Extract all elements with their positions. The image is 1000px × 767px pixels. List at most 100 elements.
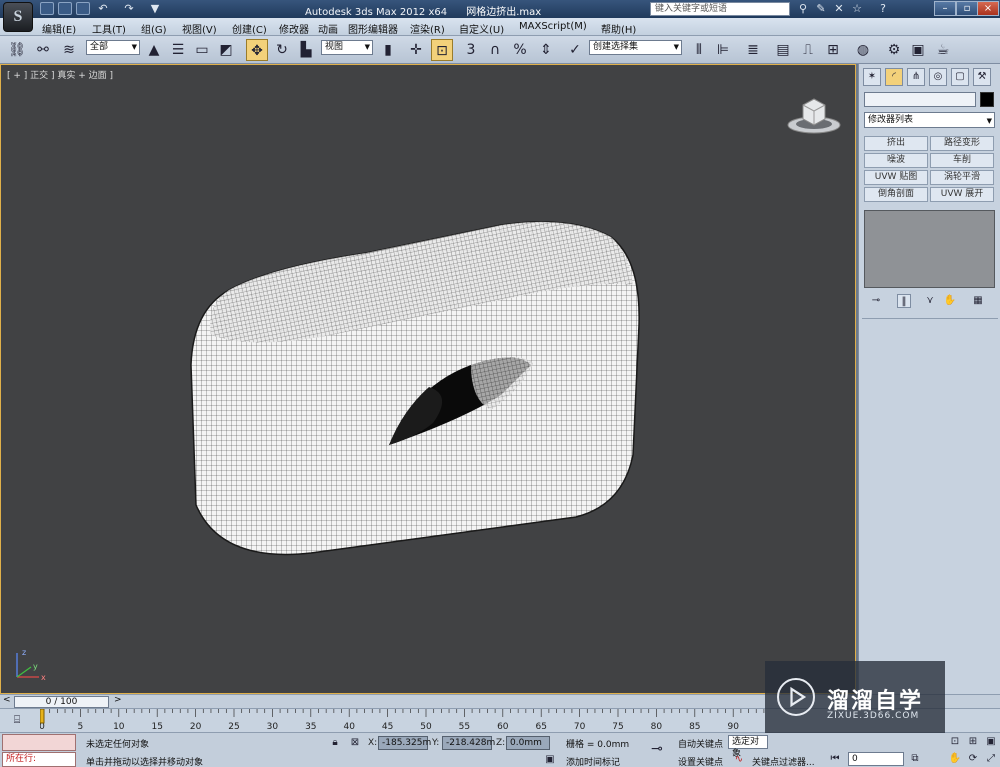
select-object-icon[interactable]: ▲: [143, 39, 165, 61]
modifier-stack-list[interactable]: [864, 210, 995, 288]
menu-customize[interactable]: 自定义(U): [459, 21, 504, 36]
menu-animation[interactable]: 动画: [318, 21, 338, 36]
pan-view-icon[interactable]: ✋: [948, 752, 962, 766]
close-button[interactable]: ×: [977, 1, 999, 16]
selected-set-select[interactable]: 选定对象: [728, 735, 768, 759]
rectangular-selection-icon[interactable]: ▭: [191, 39, 213, 61]
modifier-button-unwrap-uvw[interactable]: UVW 展开: [930, 187, 994, 202]
window-crossing-icon[interactable]: ◩: [215, 39, 237, 61]
viewport-label[interactable]: [ + ] 正交 ] 真实 + 边面 ]: [7, 68, 113, 81]
bind-space-warp-icon[interactable]: ≋: [58, 39, 80, 61]
menu-view[interactable]: 视图(V): [182, 21, 217, 36]
app-logo-icon[interactable]: S: [3, 2, 33, 32]
viewcube-icon[interactable]: [785, 93, 843, 135]
render-production-icon[interactable]: ☕: [932, 39, 954, 61]
restore-button[interactable]: ▫: [956, 1, 978, 16]
select-by-name-icon[interactable]: ☰: [167, 39, 189, 61]
time-configuration-icon[interactable]: ⧉: [908, 752, 922, 766]
object-color-swatch[interactable]: [980, 92, 994, 107]
menu-maxscript[interactable]: MAXScript(M): [519, 21, 587, 32]
curve-editor-icon[interactable]: ⎍: [797, 39, 819, 61]
angle-snap-icon[interactable]: ∩: [484, 39, 506, 61]
favorites-icon[interactable]: ☆: [850, 2, 864, 16]
maximize-toggle-icon[interactable]: ⤢: [984, 752, 998, 766]
show-end-result-icon[interactable]: ‖: [897, 294, 911, 308]
exchange-icon[interactable]: ✕: [832, 2, 846, 16]
modifier-list-select[interactable]: 修改器列表: [864, 112, 995, 128]
rendered-frame-window-icon[interactable]: ▣: [907, 39, 929, 61]
keyboard-shortcut-override-icon[interactable]: ⊡: [431, 39, 453, 61]
add-time-tag-button[interactable]: 添加时间标记: [566, 755, 620, 767]
current-frame-marker[interactable]: [40, 709, 45, 724]
set-key-button[interactable]: 设置关键点: [678, 755, 723, 767]
make-unique-icon[interactable]: ⋎: [923, 294, 937, 308]
x-coordinate-field[interactable]: -185.325m: [378, 736, 431, 750]
save-file-icon[interactable]: [76, 2, 90, 15]
hierarchy-tab-icon[interactable]: ⋔: [907, 68, 925, 86]
menu-edit[interactable]: 编辑(E): [42, 21, 76, 36]
set-key-icon[interactable]: ⊸: [650, 742, 664, 756]
menu-modifiers[interactable]: 修改器: [279, 21, 309, 36]
modifier-button-uvw-map[interactable]: UVW 贴图: [864, 170, 928, 185]
named-selection-set-select[interactable]: 创建选择集: [589, 40, 682, 55]
time-tag-icon[interactable]: ▣: [543, 753, 557, 767]
modifier-button-noise[interactable]: 噪波: [864, 153, 928, 168]
help-icon[interactable]: ?: [876, 2, 890, 16]
help-search-input[interactable]: 键入关键字或短语: [650, 2, 790, 16]
modifier-button-turbosmooth[interactable]: 涡轮平滑: [930, 170, 994, 185]
motion-tab-icon[interactable]: ◎: [929, 68, 947, 86]
create-tab-icon[interactable]: ✶: [863, 68, 881, 86]
modifier-button-path-deform[interactable]: 路径变形: [930, 136, 994, 151]
time-slider-thumb[interactable]: 0 / 100: [14, 696, 109, 708]
maxscript-listener-mini[interactable]: [2, 734, 76, 751]
selection-filter-select[interactable]: 全部: [86, 40, 140, 55]
new-file-icon[interactable]: [40, 2, 54, 15]
pin-stack-icon[interactable]: ⊸: [869, 294, 883, 308]
percent-snap-icon[interactable]: %: [509, 39, 531, 61]
menu-graph-editors[interactable]: 图形编辑器: [348, 21, 398, 36]
auto-key-button[interactable]: 自动关键点: [678, 737, 723, 750]
undo-icon[interactable]: ↶: [96, 2, 110, 16]
key-filters-icon[interactable]: ∿: [732, 753, 746, 767]
zoom-extents-all-icon[interactable]: ⊞: [966, 735, 980, 749]
redo-icon[interactable]: ↷: [122, 2, 136, 16]
go-to-start-icon[interactable]: ⏮: [828, 752, 842, 766]
select-and-move-icon[interactable]: ✥: [246, 39, 268, 61]
menu-tools[interactable]: 工具(T): [92, 21, 126, 36]
workspace-dropdown-icon[interactable]: ▼: [148, 2, 162, 16]
menu-rendering[interactable]: 渲染(R): [410, 21, 445, 36]
mirror-icon[interactable]: ⫴: [688, 39, 710, 61]
communication-icon[interactable]: ✎: [814, 2, 828, 16]
orbit-icon[interactable]: ⟳: [966, 752, 980, 766]
key-filters-button[interactable]: 关键点过滤器...: [752, 755, 815, 767]
absolute-mode-icon[interactable]: ⊠: [348, 736, 362, 750]
render-setup-icon[interactable]: ⚙: [883, 39, 905, 61]
menu-group[interactable]: 组(G): [141, 21, 167, 36]
select-and-rotate-icon[interactable]: ↻: [271, 39, 293, 61]
material-editor-icon[interactable]: ◍: [852, 39, 874, 61]
layer-manager-icon[interactable]: ≣: [742, 39, 764, 61]
pivot-center-icon[interactable]: ▮: [377, 39, 399, 61]
display-tab-icon[interactable]: ▢: [951, 68, 969, 86]
spinner-snap-icon[interactable]: ⇕: [535, 39, 557, 61]
menu-create[interactable]: 创建(C): [232, 21, 267, 36]
minimize-button[interactable]: –: [934, 1, 956, 16]
link-icon[interactable]: ⛓: [6, 39, 28, 61]
snaps-toggle-icon[interactable]: 3: [460, 39, 482, 61]
align-icon[interactable]: ⊫: [712, 39, 734, 61]
modifier-button-lathe[interactable]: 车削: [930, 153, 994, 168]
y-coordinate-field[interactable]: -218.428m: [442, 736, 495, 750]
graphite-modeling-icon[interactable]: ▤: [772, 39, 794, 61]
object-name-field[interactable]: [864, 92, 976, 107]
zoom-extents-icon[interactable]: ⊡: [948, 735, 962, 749]
remove-modifier-icon[interactable]: ✋: [943, 294, 957, 308]
selection-lock-icon[interactable]: 🔒︎: [328, 736, 342, 750]
mini-curve-editor-icon[interactable]: ⌸: [8, 713, 26, 729]
utilities-tab-icon[interactable]: ⚒: [973, 68, 991, 86]
binoculars-icon[interactable]: ⚲: [796, 2, 810, 16]
modify-tab-icon[interactable]: ◜: [885, 68, 903, 86]
unlink-icon[interactable]: ⚯: [32, 39, 54, 61]
modifier-button-extrude[interactable]: 挤出: [864, 136, 928, 151]
time-slider-prev-icon[interactable]: <: [3, 695, 11, 705]
configure-modifier-sets-icon[interactable]: ▦: [971, 294, 985, 308]
